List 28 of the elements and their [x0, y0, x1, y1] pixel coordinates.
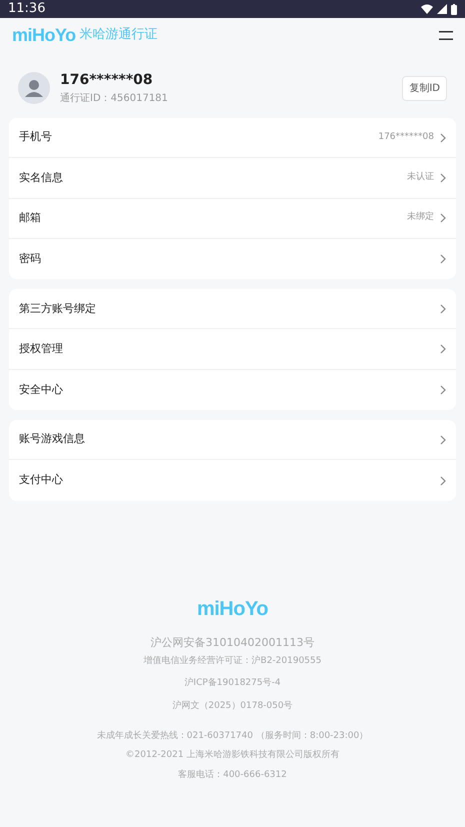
menu-icon[interactable] — [439, 30, 453, 40]
pass-id: 通行证ID：456017181 — [60, 92, 168, 106]
chevron-icon — [440, 132, 446, 143]
logo: miHoYo — [12, 26, 76, 44]
wifi-icon — [421, 4, 433, 14]
chevron-icon — [440, 213, 446, 224]
chevron-icon — [440, 172, 446, 183]
chevron-icon — [440, 304, 446, 314]
footer-text: 客服电话：400-666-6312 — [178, 768, 287, 782]
app-title: 米哈游通行证 — [80, 26, 158, 44]
footer-text: 未成年成长关爱热线：021-60371740 （服务时间：8:00-23:00） — [96, 730, 368, 742]
chevron-icon — [440, 254, 446, 264]
chevron-icon — [440, 344, 446, 354]
signal-icon — [437, 4, 447, 14]
chevron-icon — [440, 384, 446, 395]
footer-logo: miHoYo — [196, 598, 268, 618]
chevron-icon — [440, 434, 446, 445]
status-time: 11:36 — [8, 0, 46, 18]
footer-text: 沪ICP备19018275号-4 — [184, 676, 281, 690]
footer-text: ©2012-2021 上海米哈游影铁科技有限公司版权所有 — [126, 749, 340, 762]
chevron-icon — [440, 476, 446, 486]
footer-text: 沪公网安备31010402001113号 — [150, 634, 314, 650]
footer-text: 增值电信业务经营许可证：沪B2-20190555 — [144, 655, 322, 668]
battery-icon — [451, 4, 457, 14]
copy-id-button[interactable]: 复制ID — [402, 76, 447, 100]
footer-text: 沪网文（2025）0178-050号 — [172, 700, 293, 713]
avatar-icon — [18, 72, 50, 104]
user-name: 176******08 — [60, 71, 154, 90]
